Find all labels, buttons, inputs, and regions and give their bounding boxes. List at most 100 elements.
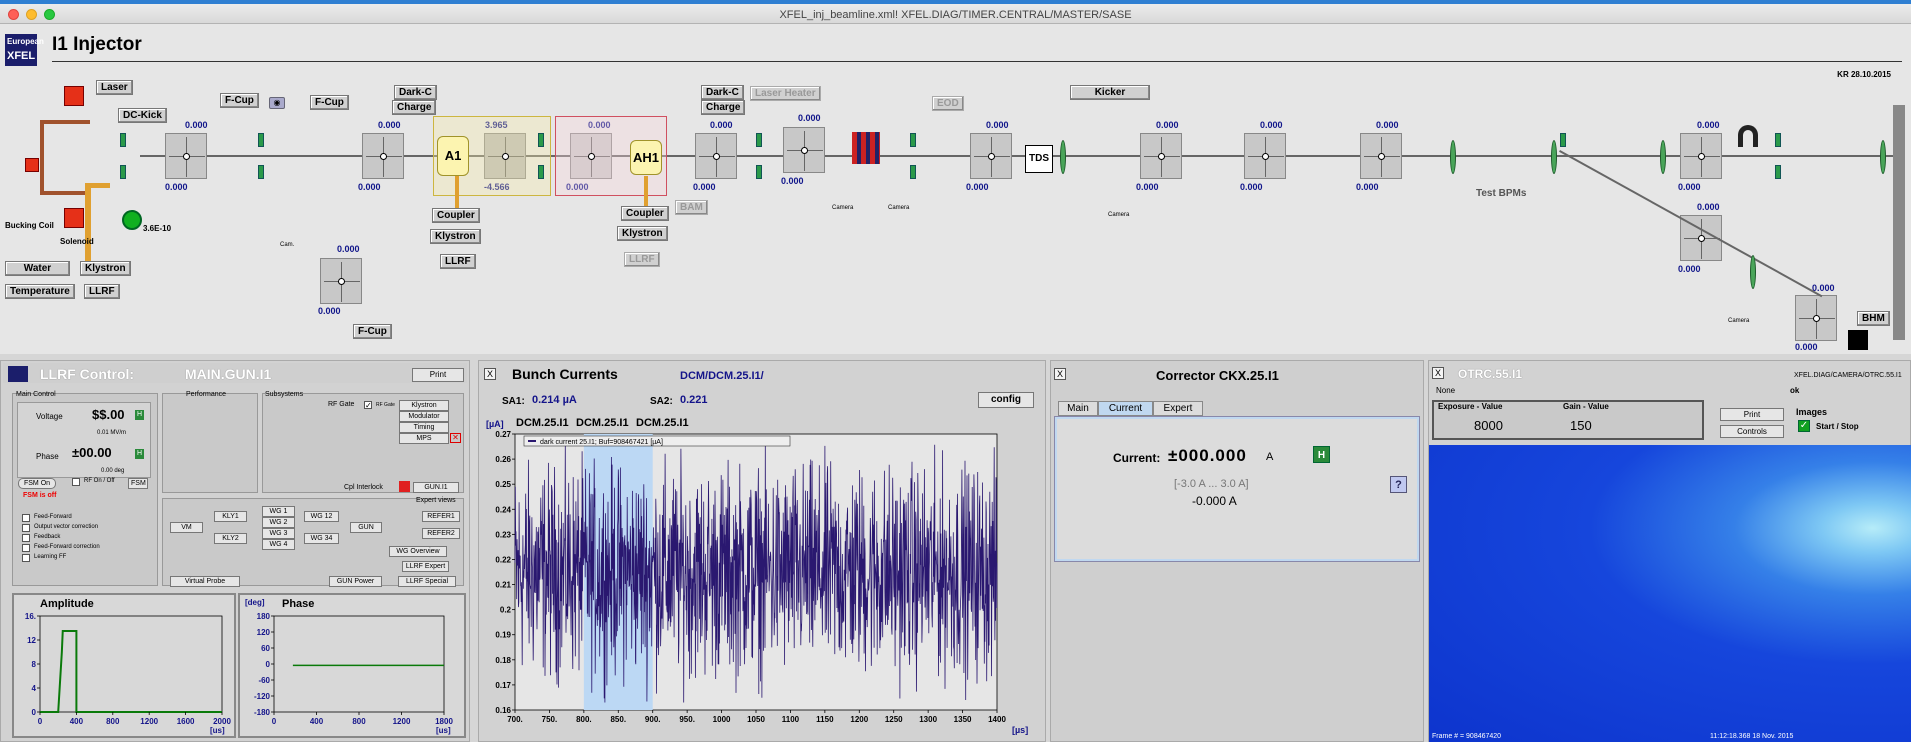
output-vector-correction-checkbox[interactable] — [22, 524, 30, 532]
y-tick-label: 0.17 — [495, 681, 511, 690]
klystron-a1-button[interactable]: Klystron — [430, 229, 481, 244]
klystron-ah1-button[interactable]: Klystron — [617, 226, 668, 241]
phase-value[interactable]: ±00.00 — [72, 445, 112, 460]
fcup-3-button[interactable]: F-Cup — [353, 324, 392, 339]
screen-monitor-13[interactable] — [1795, 295, 1837, 341]
screen-monitor-6[interactable] — [783, 127, 825, 173]
a1-waveguide — [455, 176, 459, 211]
screen-monitor-10[interactable] — [1360, 133, 1402, 179]
gun-button[interactable]: GUN — [350, 522, 382, 533]
screen-monitor-11[interactable] — [1680, 133, 1722, 179]
otrc-close-button[interactable]: X — [1432, 367, 1444, 379]
feed-forward-checkbox[interactable] — [22, 514, 30, 522]
timing-subsystem-button[interactable]: Timing — [399, 422, 449, 433]
camera-icon[interactable]: ◉ — [269, 97, 285, 109]
fsm-on-toggle[interactable]: FSM On — [18, 478, 56, 489]
coupler-a1-button[interactable]: Coupler — [432, 208, 480, 223]
llrf-special-button[interactable]: LLRF Special — [398, 576, 456, 587]
wg-overview-button[interactable]: WG Overview — [389, 546, 447, 557]
bam-button[interactable]: BAM — [675, 200, 708, 215]
y-tick-label: 4 — [32, 684, 37, 693]
wg2-button[interactable]: WG 2 — [262, 517, 295, 528]
screen-monitor-8[interactable] — [1140, 133, 1182, 179]
eod-button[interactable]: EOD — [932, 96, 964, 111]
laser-heater-button[interactable]: Laser Heater — [750, 86, 821, 101]
help-button[interactable]: ? — [1390, 476, 1407, 493]
fcup-2-button[interactable]: F-Cup — [310, 95, 349, 110]
bhm-button[interactable]: BHM — [1857, 311, 1890, 326]
tds-box[interactable]: TDS — [1025, 145, 1053, 173]
voltage-h-button[interactable]: H — [135, 410, 144, 420]
tab-current[interactable]: Current — [1098, 401, 1153, 416]
y-tick-label: 0.19 — [495, 631, 511, 640]
rf-on-off-checkbox[interactable] — [72, 478, 80, 486]
mps-subsystem-button[interactable]: MPS — [399, 433, 449, 444]
gain-value-input[interactable]: 150 — [1570, 418, 1592, 433]
corrector-close-button[interactable]: X — [1054, 368, 1066, 380]
tab-main[interactable]: Main — [1058, 401, 1098, 416]
ah1-cavity[interactable]: AH1 — [630, 140, 662, 175]
coupler-ah1-button[interactable]: Coupler — [621, 206, 669, 221]
rf-gate-checkbox[interactable]: ✓ — [364, 401, 372, 410]
voltage-value[interactable]: $$.00 — [92, 407, 125, 422]
wg3-button[interactable]: WG 3 — [262, 528, 295, 539]
tab-expert[interactable]: Expert — [1153, 401, 1203, 416]
vm-button[interactable]: VM — [170, 522, 203, 533]
klystron-subsystem-button[interactable]: Klystron — [399, 400, 449, 411]
llrf-expert-button[interactable]: LLRF Expert — [402, 561, 449, 572]
fsm-button[interactable]: FSM — [128, 478, 148, 489]
screen-monitor-9[interactable] — [1244, 133, 1286, 179]
config-button[interactable]: config — [978, 392, 1034, 408]
kly2-button[interactable]: KLY2 — [214, 533, 247, 544]
bunch-close-button[interactable]: X — [484, 368, 496, 380]
solenoid-lens — [1750, 255, 1756, 289]
current-value-input[interactable]: ±000.000 — [1168, 446, 1247, 466]
llrf-print-button[interactable]: Print — [412, 368, 464, 382]
screen-monitor-5[interactable] — [695, 133, 737, 179]
virtual-probe-button[interactable]: Virtual Probe — [170, 576, 240, 587]
dc-kick-button[interactable]: DC-Kick — [118, 108, 167, 123]
otrc-controls-button[interactable]: Controls — [1720, 425, 1784, 438]
llrf-a1-button[interactable]: LLRF — [440, 254, 476, 269]
screen-monitor-7[interactable] — [970, 133, 1012, 179]
charge-2-button[interactable]: Charge — [701, 100, 746, 115]
start-stop-checkbox[interactable]: ✓ — [1798, 420, 1810, 432]
beam-end-bar — [1893, 105, 1905, 340]
feed-forward-correction-checkbox[interactable] — [22, 544, 30, 552]
laser-button[interactable]: Laser — [96, 80, 133, 95]
x-tick-label: 1250 — [885, 715, 903, 724]
feedback-checkbox[interactable] — [22, 534, 30, 542]
wg1-button[interactable]: WG 1 — [262, 506, 295, 517]
llrf-gun-button[interactable]: LLRF — [84, 284, 120, 299]
screen-monitor-2[interactable] — [362, 133, 404, 179]
phase-h-button[interactable]: H — [135, 449, 144, 459]
fcup-1-button[interactable]: F-Cup — [220, 93, 259, 108]
wg12-button[interactable]: WG 12 — [304, 511, 339, 522]
water-button[interactable]: Water — [5, 261, 70, 276]
screen-monitor-14[interactable] — [320, 258, 362, 304]
a1-cavity[interactable]: A1 — [437, 136, 469, 176]
dark-current-1-button[interactable]: Dark-C — [394, 85, 437, 100]
charge-1-button[interactable]: Charge — [392, 100, 437, 115]
modulator-subsystem-button[interactable]: Modulator — [399, 411, 449, 422]
exposure-value-input[interactable]: 8000 — [1474, 418, 1503, 433]
monitor-13-bottom: 0.000 — [1795, 342, 1818, 352]
llrf-ah1-button[interactable]: LLRF — [624, 252, 660, 267]
phase-plot-area — [273, 615, 445, 713]
learning-ff-checkbox[interactable] — [22, 554, 30, 562]
temperature-button[interactable]: Temperature — [5, 284, 75, 299]
refer1-button[interactable]: REFER1 — [422, 511, 460, 522]
kly1-button[interactable]: KLY1 — [214, 511, 247, 522]
current-h-button[interactable]: H — [1313, 446, 1330, 463]
dark-current-2-button[interactable]: Dark-C — [701, 85, 744, 100]
gun-power-button[interactable]: GUN Power — [329, 576, 382, 587]
wg34-button[interactable]: WG 34 — [304, 533, 339, 544]
wg4-button[interactable]: WG 4 — [262, 539, 295, 550]
otrc-print-button[interactable]: Print — [1720, 408, 1784, 421]
klystron-gun-button[interactable]: Klystron — [80, 261, 131, 276]
page-title: I1 Injector — [52, 34, 142, 55]
refer2-button[interactable]: REFER2 — [422, 528, 460, 539]
gun-i1-button[interactable]: GUN.I1 — [413, 482, 459, 493]
screen-monitor-1[interactable] — [165, 133, 207, 179]
kicker-button[interactable]: Kicker — [1070, 85, 1150, 100]
